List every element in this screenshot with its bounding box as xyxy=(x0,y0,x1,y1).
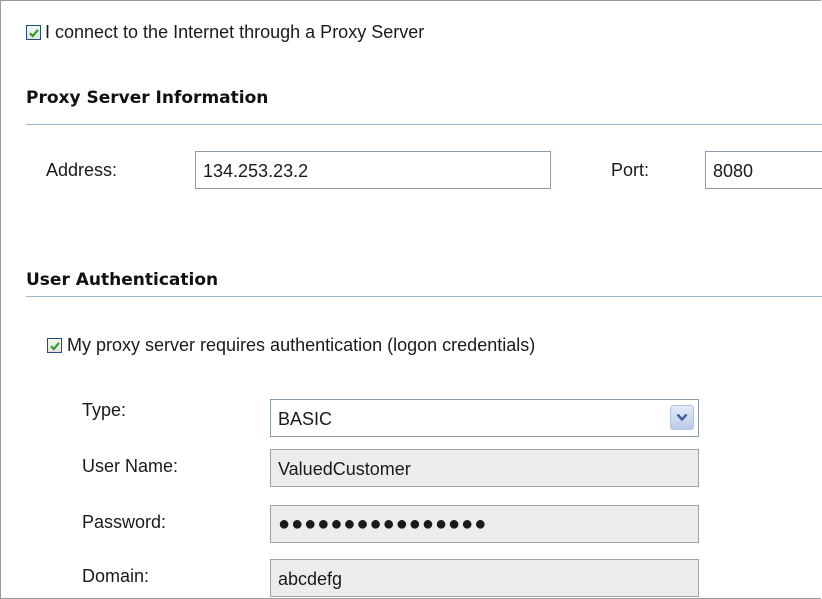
type-select-value: BASIC xyxy=(278,409,333,429)
use-proxy-checkbox[interactable] xyxy=(26,25,41,40)
requires-auth-label[interactable]: My proxy server requires authentication … xyxy=(67,335,535,356)
username-input[interactable]: ValuedCustomer xyxy=(270,449,699,487)
type-label: Type: xyxy=(82,400,127,420)
username-label: User Name: xyxy=(82,456,179,476)
check-icon xyxy=(50,342,60,351)
domain-label: Domain: xyxy=(82,566,150,586)
check-icon xyxy=(29,29,39,38)
password-label: Password: xyxy=(82,512,167,532)
section-divider xyxy=(26,296,822,297)
requires-auth-checkbox[interactable] xyxy=(47,338,62,353)
address-input[interactable]: 134.253.23.2 xyxy=(195,151,551,189)
domain-input[interactable]: abcdefg xyxy=(270,559,699,597)
section-divider xyxy=(26,124,822,125)
port-label: Port: xyxy=(611,160,650,180)
type-select[interactable]: BASIC xyxy=(270,399,699,437)
chevron-down-icon xyxy=(676,413,688,422)
dropdown-button[interactable] xyxy=(670,405,694,430)
use-proxy-label[interactable]: I connect to the Internet through a Prox… xyxy=(45,22,424,43)
address-label: Address: xyxy=(46,160,118,180)
proxy-info-title: Proxy Server Information xyxy=(26,88,269,108)
password-input[interactable]: ●●●●●●●●●●●●●●●● xyxy=(270,505,699,543)
port-input[interactable]: 8080 xyxy=(705,151,822,189)
user-auth-title: User Authentication xyxy=(26,270,219,290)
